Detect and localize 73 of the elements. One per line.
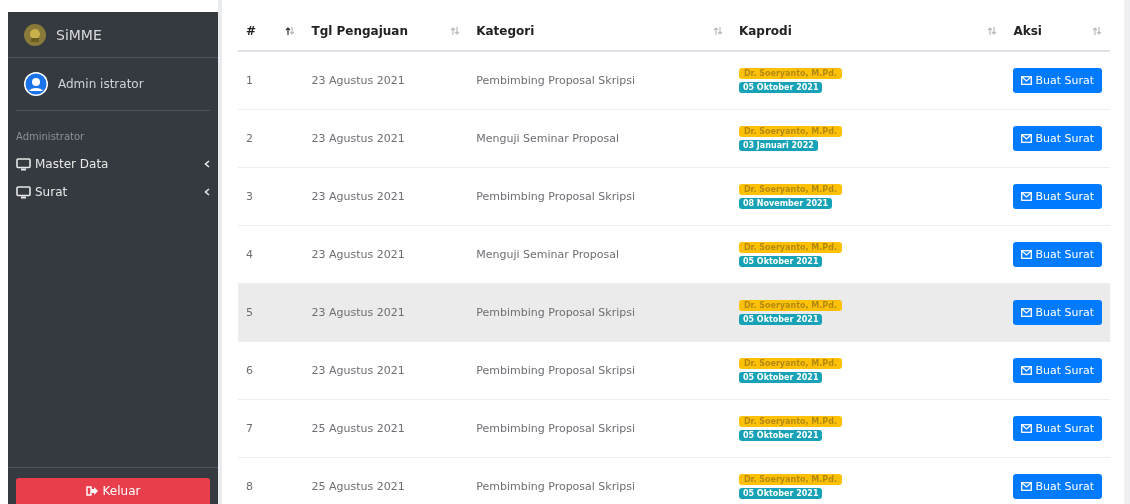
name-badge: Dr. Soeryanto, M.Pd. xyxy=(738,126,842,137)
table-cell: 3 xyxy=(238,167,304,226)
envelope-icon xyxy=(1021,76,1033,85)
column-header[interactable]: Aksi xyxy=(1013,24,1042,38)
sidebar-item[interactable]: Surat xyxy=(16,178,210,206)
table-cell: Pembimbing Proposal Skripsi xyxy=(476,190,636,203)
table-cell: 23 Agustus 2021 xyxy=(311,306,405,319)
table-cell: 2 xyxy=(238,109,304,168)
date-badge: 05 Oktober 2021 xyxy=(738,372,823,383)
user-name[interactable]: Admin istrator xyxy=(58,77,144,91)
create-letter-button[interactable]: Buat Surat xyxy=(1013,184,1102,209)
table-cell: 23 Agustus 2021 xyxy=(311,190,405,203)
name-badge: Dr. Soeryanto, M.Pd. xyxy=(738,358,842,369)
envelope-icon xyxy=(1021,250,1033,259)
table-cell: 25 Agustus 2021 xyxy=(311,422,405,435)
date-badge: 03 Januari 2022 xyxy=(738,140,818,151)
table-cell: Pembimbing Proposal Skripsi xyxy=(476,422,636,435)
sign-out-icon xyxy=(85,486,98,496)
date-badge: 05 Oktober 2021 xyxy=(738,430,823,441)
envelope-icon xyxy=(1021,366,1033,375)
column-header[interactable]: # xyxy=(246,24,257,38)
monitor-icon xyxy=(16,157,31,171)
table-cell: 23 Agustus 2021 xyxy=(311,248,405,261)
table-cell: Pembimbing Proposal Skripsi xyxy=(476,480,636,493)
table-cell: 4 xyxy=(238,225,304,284)
sidebar-item[interactable]: Master Data xyxy=(16,150,210,178)
section-header: Administrator xyxy=(15,130,86,142)
sort-icon[interactable] xyxy=(285,26,296,36)
envelope-icon xyxy=(1021,424,1033,433)
name-badge: Dr. Soeryanto, M.Pd. xyxy=(738,300,842,311)
create-letter-button[interactable]: Buat Surat xyxy=(1013,126,1102,151)
create-letter-button[interactable]: Buat Surat xyxy=(1013,300,1102,325)
envelope-icon xyxy=(1021,192,1033,201)
brand-name: SiMME xyxy=(56,26,102,43)
table-cell: 23 Agustus 2021 xyxy=(311,132,405,145)
name-badge: Dr. Soeryanto, M.Pd. xyxy=(738,184,842,195)
table-cell: Menguji Seminar Proposal xyxy=(476,132,619,145)
envelope-icon xyxy=(1021,308,1033,317)
table-cell: 1 xyxy=(238,51,304,110)
table-cell: 23 Agustus 2021 xyxy=(311,74,405,87)
name-badge: Dr. Soeryanto, M.Pd. xyxy=(738,474,842,485)
table-cell: 8 xyxy=(238,457,304,504)
table-cell: 5 xyxy=(238,283,304,342)
name-badge: Dr. Soeryanto, M.Pd. xyxy=(738,68,842,79)
create-letter-button[interactable]: Buat Surat xyxy=(1013,242,1102,267)
table-cell: 25 Agustus 2021 xyxy=(311,480,405,493)
table-cell: Pembimbing Proposal Skripsi xyxy=(476,364,636,377)
date-badge: 05 Oktober 2021 xyxy=(738,488,823,499)
name-badge: Dr. Soeryanto, M.Pd. xyxy=(738,416,842,427)
table-cell: 23 Agustus 2021 xyxy=(311,364,405,377)
avatar-icon xyxy=(24,72,48,96)
create-letter-button[interactable]: Buat Surat xyxy=(1013,358,1102,383)
create-letter-button[interactable]: Buat Surat xyxy=(1013,474,1102,499)
envelope-icon xyxy=(1021,134,1033,143)
monitor-icon xyxy=(16,185,31,199)
column-header[interactable]: Kategori xyxy=(476,24,535,38)
table-cell: Menguji Seminar Proposal xyxy=(476,248,619,261)
name-badge: Dr. Soeryanto, M.Pd. xyxy=(738,242,842,253)
logout-button[interactable]: Keluar xyxy=(16,478,210,504)
table-cell: 6 xyxy=(238,341,304,400)
envelope-icon xyxy=(1021,482,1033,491)
date-badge: 05 Oktober 2021 xyxy=(738,256,823,267)
column-header[interactable]: Tgl Pengajuan xyxy=(311,24,408,38)
table-cell: Pembimbing Proposal Skripsi xyxy=(476,74,636,87)
create-letter-button[interactable]: Buat Surat xyxy=(1013,416,1102,441)
table-cell: Pembimbing Proposal Skripsi xyxy=(476,306,636,319)
table-cell: 7 xyxy=(238,399,304,458)
logo-icon xyxy=(24,23,46,46)
create-letter-button[interactable]: Buat Surat xyxy=(1013,68,1102,93)
column-header[interactable]: Kaprodi xyxy=(738,24,792,38)
date-badge: 08 November 2021 xyxy=(738,198,833,209)
date-badge: 05 Oktober 2021 xyxy=(738,314,823,325)
date-badge: 05 Oktober 2021 xyxy=(738,82,823,93)
